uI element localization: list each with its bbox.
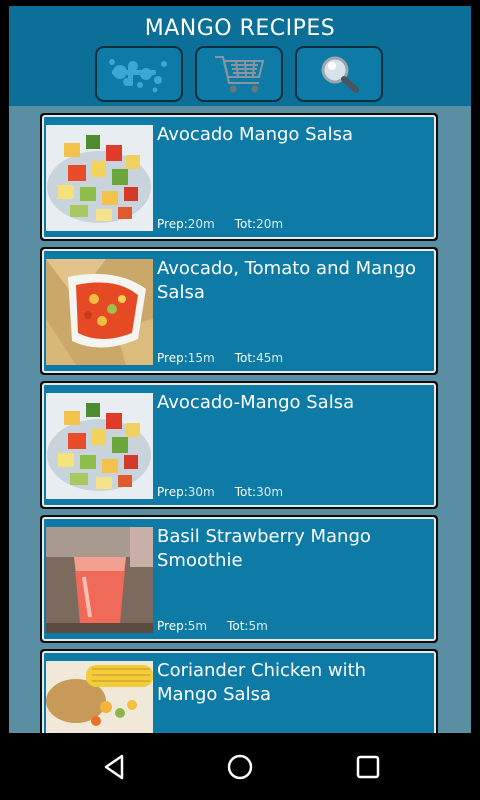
recipe-thumbnail (46, 259, 153, 365)
prep-time: 15m (187, 351, 215, 365)
app-header: MANGO RECIPES (9, 6, 471, 106)
prep-time: 5m (187, 619, 208, 633)
recipe-name: Coriander Chicken with Mango Salsa (157, 660, 367, 705)
chicken-corn-image (46, 661, 153, 733)
recipe-name: Avocado, Tomato and Mango Salsa (157, 258, 417, 303)
recipe-card[interactable]: Avocado Mango Salsa Prep:20m Tot:20m (40, 113, 438, 241)
recipe-times: Prep:15m Tot:45m (157, 351, 284, 365)
shopping-cart-button[interactable] (195, 46, 283, 102)
recipe-card[interactable]: Coriander Chicken with Mango Salsa (40, 649, 438, 733)
recipe-card[interactable]: Avocado, Tomato and Mango Salsa Prep:15m… (40, 247, 438, 375)
recipe-name: Avocado-Mango Salsa (157, 392, 355, 413)
recipe-name: Avocado Mango Salsa (157, 124, 354, 145)
total-time: 20m (256, 217, 284, 231)
recipe-card[interactable]: Avocado-Mango Salsa Prep:30m Tot:30m (40, 381, 438, 509)
recipe-thumbnail (46, 393, 153, 499)
prep-time: 30m (187, 485, 215, 499)
recipe-thumbnail (46, 527, 153, 633)
system-nav-bar (0, 733, 480, 800)
page-title: MANGO RECIPES (144, 16, 336, 41)
recipe-times: Prep:20m Tot:20m (157, 217, 284, 231)
total-time: 30m (256, 485, 284, 499)
cart-icon (215, 56, 265, 93)
total-time: 45m (256, 351, 284, 365)
search-button[interactable] (295, 46, 383, 102)
salsa-bowl-image (46, 393, 153, 499)
recipe-thumbnail (46, 661, 153, 733)
ingredients-button[interactable] (95, 46, 183, 102)
app-screen: MANGO RECIPES Avocado Mango Salsa Prep:2… (9, 0, 471, 733)
smoothie-glass-image (46, 527, 153, 633)
recipe-name: Basil Strawberry Mango Smoothie (157, 526, 371, 571)
salsa-bowl-image (46, 125, 153, 231)
splash-icon (109, 59, 167, 93)
recipe-thumbnail (46, 125, 153, 231)
total-time: 5m (248, 619, 268, 633)
recents-icon[interactable] (352, 751, 384, 783)
back-icon[interactable] (98, 751, 130, 783)
recipe-card[interactable]: Basil Strawberry Mango Smoothie Prep:5m T… (40, 515, 438, 643)
salsa-chips-image (46, 259, 153, 365)
recipe-times: Prep:5m Tot:5m (157, 619, 268, 633)
recipe-times: Prep:30m Tot:30m (157, 485, 284, 499)
prep-time: 20m (187, 217, 215, 231)
magnifier-icon (321, 56, 359, 93)
home-icon[interactable] (224, 751, 256, 783)
